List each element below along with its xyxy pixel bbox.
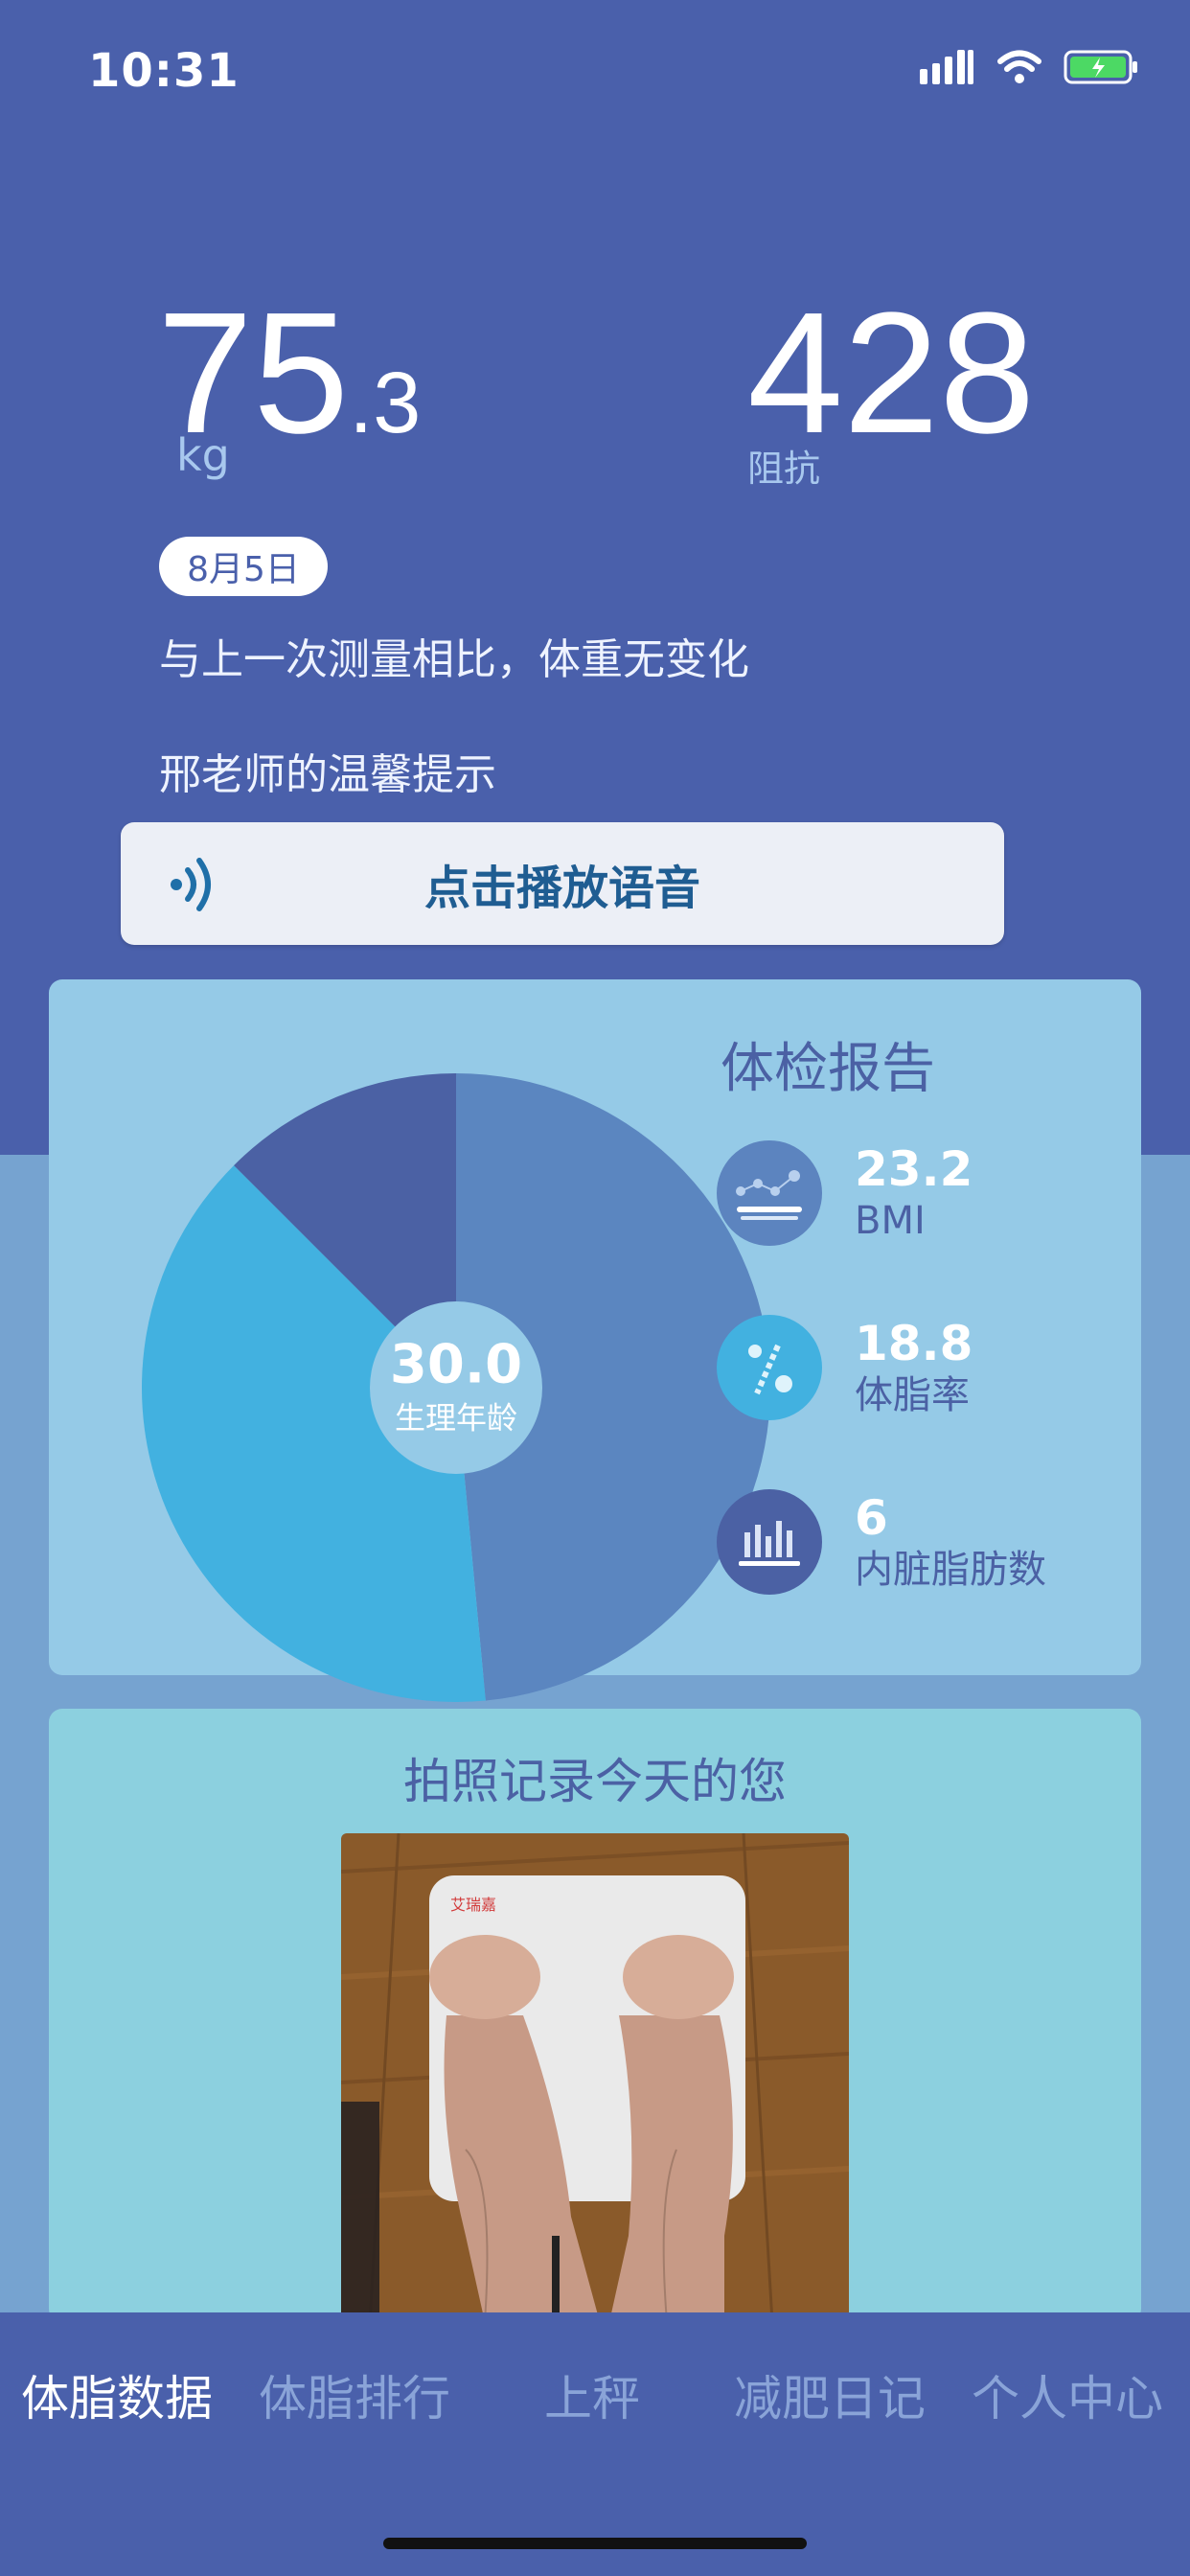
battery-icon [1064,50,1137,84]
home-indicator [383,2538,807,2549]
tab-weigh-in[interactable]: 上秤 [544,2360,640,2429]
play-voice-label: 点击播放语音 [423,862,700,915]
scale-brand-text: 艾瑞嘉 [450,1896,496,1914]
body-fat-value: 18.8 [855,1316,973,1372]
visceral-fat-value: 6 [855,1490,888,1547]
date-badge: 8月5日 [159,537,328,596]
stat-body-fat: 18.8 体脂率 [717,1315,973,1420]
report-card: 体检报告 30.0 生理年龄 23.2 BMI 18.8 体脂率 6 内脏脂肪数 [49,979,1141,1702]
tab-body-fat-data[interactable]: 体脂数据 [21,2360,213,2429]
visceral-fat-label: 内脏脂肪数 [855,1547,1046,1592]
weight-unit: kg [176,429,230,481]
bmi-icon [717,1140,822,1246]
bottom-tab-bar: 体脂数据 体脂排行 上秤 减肥日记 个人中心 [0,2312,1190,2576]
body-composition-pie: 30.0 生理年龄 [142,1073,770,1706]
status-icons [918,48,1140,86]
voice-waves-icon [171,858,211,911]
tab-diet-diary[interactable]: 减肥日记 [734,2360,926,2429]
comparison-text: 与上一次测量相比，体重无变化 [159,635,749,684]
scale-photo[interactable]: 艾瑞嘉 [341,1833,849,2322]
photo-section-title: 拍照记录今天的您 [403,1754,787,1809]
bmi-label: BMI [855,1198,926,1243]
tab-profile[interactable]: 个人中心 [972,2360,1163,2429]
tip-title: 邢老师的温馨提示 [159,750,496,799]
body-fat-label: 体脂率 [855,1372,970,1417]
impedance-label: 阻抗 [747,448,821,490]
weight-decimal: .3 [349,356,422,451]
stat-bmi: 23.2 BMI [717,1140,973,1246]
play-voice-button[interactable]: 点击播放语音 [121,822,1004,945]
stat-visceral-fat: 6 内脏脂肪数 [717,1489,1046,1595]
visceral-fat-icon [717,1489,822,1595]
body-age-label: 生理年龄 [394,1399,517,1437]
photo-card: 拍照记录今天的您 艾瑞嘉 [49,1709,1141,2322]
body-fat-icon [717,1315,822,1420]
tab-body-fat-ranking[interactable]: 体脂排行 [259,2360,450,2429]
bmi-value: 23.2 [855,1141,973,1198]
status-time: 10:31 [88,44,240,98]
body-age-display: 30.0 生理年龄 [360,1333,552,1438]
impedance-value: 428 [747,277,1036,470]
wifi-icon [997,50,1041,83]
body-age-value: 30.0 [389,1333,523,1396]
signal-icon [920,50,973,84]
status-bar: 10:31 [0,0,1190,144]
